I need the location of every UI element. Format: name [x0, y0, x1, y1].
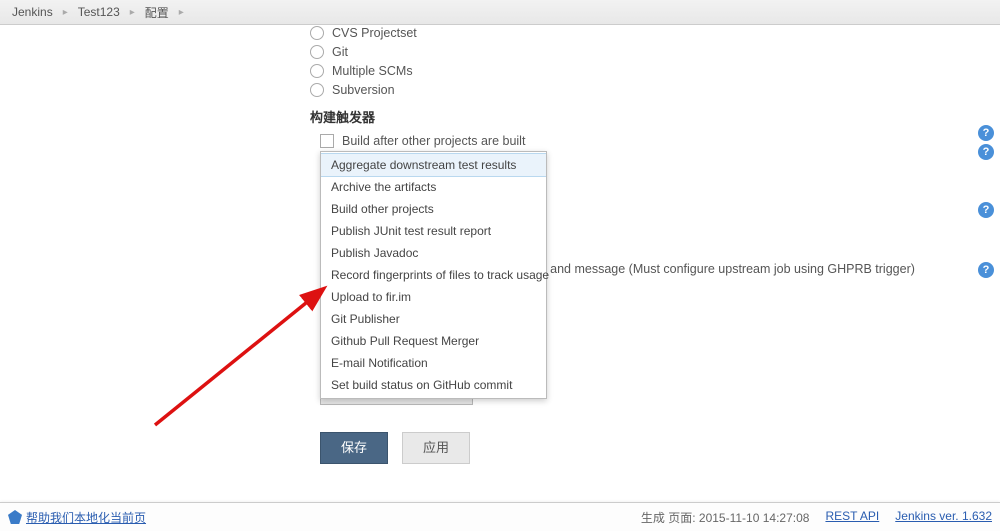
menu-item-upload-firim[interactable]: Upload to fir.im	[321, 286, 546, 308]
trigger-option[interactable]: Build after other projects are built	[320, 132, 1000, 150]
apply-button[interactable]: 应用	[402, 432, 470, 464]
radio-icon	[310, 83, 324, 97]
menu-item[interactable]: E-mail Notification	[321, 352, 546, 374]
radio-icon	[310, 64, 324, 78]
help-localize-link[interactable]: 帮助我们本地化当前页	[26, 509, 146, 526]
help-icon[interactable]: ?	[978, 202, 994, 218]
menu-item[interactable]: Publish Javadoc	[321, 242, 546, 264]
scm-option-label: Subversion	[332, 83, 395, 97]
menu-item[interactable]: Github Pull Request Merger	[321, 330, 546, 352]
scm-option[interactable]: Git	[310, 43, 1000, 61]
breadcrumb: Jenkins ▸ Test123 ▸ 配置 ▸	[0, 0, 1000, 25]
menu-item[interactable]: Archive the artifacts	[321, 176, 546, 198]
help-icon[interactable]: ?	[978, 262, 994, 278]
form-buttons: 保存 应用	[320, 432, 470, 464]
page-footer: 帮助我们本地化当前页 生成 页面: 2015-11-10 14:27:08 RE…	[0, 502, 1000, 531]
breadcrumb-item-jenkins[interactable]: Jenkins	[8, 5, 57, 19]
page-generated-timestamp: 生成 页面: 2015-11-10 14:27:08	[641, 509, 810, 526]
breadcrumb-item-page[interactable]: 配置	[141, 4, 173, 21]
help-icon[interactable]: ?	[978, 144, 994, 160]
trigger-option-label: Build after other projects are built	[342, 134, 525, 148]
rest-api-link[interactable]: REST API	[825, 509, 879, 526]
menu-item[interactable]: Record fingerprints of files to track us…	[321, 264, 546, 286]
menu-item[interactable]: Publish JUnit test result report	[321, 220, 546, 242]
scm-option-label: Multiple SCMs	[332, 64, 413, 78]
help-icon[interactable]: ?	[978, 125, 994, 141]
checkbox-icon	[320, 134, 334, 148]
obscured-option-text: ext and message (Must configure upstream…	[530, 262, 915, 276]
radio-icon	[310, 45, 324, 59]
globe-icon	[8, 510, 22, 524]
section-heading-triggers: 构建触发器	[310, 107, 1000, 126]
save-button[interactable]: 保存	[320, 432, 388, 464]
chevron-right-icon: ▸	[173, 7, 190, 18]
scm-option-label: CVS Projectset	[332, 26, 417, 40]
post-build-action-menu: Aggregate downstream test results Archiv…	[320, 151, 547, 399]
scm-option[interactable]: Subversion	[310, 81, 1000, 99]
scm-option-label: Git	[332, 45, 348, 59]
menu-item[interactable]: Git Publisher	[321, 308, 546, 330]
jenkins-version-link[interactable]: Jenkins ver. 1.632	[895, 509, 992, 526]
radio-icon	[310, 26, 324, 40]
scm-option[interactable]: Multiple SCMs	[310, 62, 1000, 80]
menu-item[interactable]: Build other projects	[321, 198, 546, 220]
menu-item[interactable]: Aggregate downstream test results	[321, 153, 546, 177]
scm-option[interactable]: CVS Projectset	[310, 24, 1000, 42]
menu-item[interactable]: Set build status on GitHub commit	[321, 374, 546, 396]
breadcrumb-item-project[interactable]: Test123	[74, 5, 124, 19]
chevron-right-icon: ▸	[57, 7, 74, 18]
chevron-right-icon: ▸	[124, 7, 141, 18]
